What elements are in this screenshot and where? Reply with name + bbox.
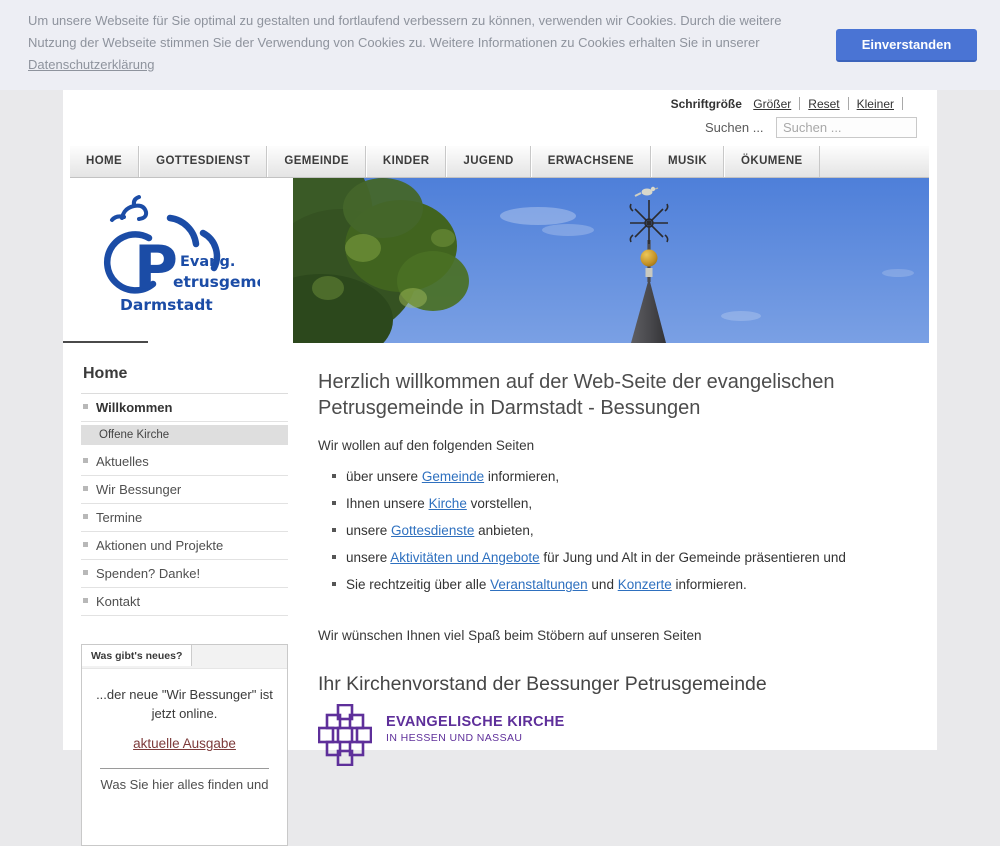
sidebar-item-kontakt[interactable]: Kontakt — [81, 588, 288, 616]
ekhn-wordmark: EVANGELISCHE KIRCHE IN HESSEN UND NASSAU — [386, 704, 565, 744]
sidebar-item-aktionen-und-projekte[interactable]: Aktionen und Projekte — [81, 532, 288, 560]
cookie-accept-button[interactable]: Einverstanden — [836, 29, 977, 62]
sidebar-accent-bar — [63, 341, 148, 343]
nav-item-erwachsene[interactable]: ERWACHSENE — [531, 146, 651, 177]
nav-item-jugend[interactable]: JUGEND — [446, 146, 530, 177]
square-bullet-icon — [83, 404, 88, 409]
square-bullet-icon — [83, 486, 88, 491]
list-item: über unsere Gemeinde informieren, — [332, 469, 930, 484]
nav-item-gottesdienst[interactable]: GOTTESDIENST — [139, 146, 267, 177]
content-area: Schriftgröße Größer Reset Kleiner Suchen .… — [63, 90, 937, 750]
list-item: Sie rechtzeitig über alle Veranstaltunge… — [332, 577, 930, 592]
logo-line-evang: Evang. — [180, 254, 235, 270]
cookie-message-text: Um unsere Webseite für Sie optimal zu ge… — [28, 13, 781, 50]
logo-letter-p: P — [134, 233, 178, 303]
logo-line-darmstadt: Darmstadt — [120, 296, 213, 314]
sidebar-heading: Home — [81, 363, 288, 394]
sidebar-item-offene-kirche[interactable]: Offene Kirche — [81, 425, 288, 445]
news-body: ...der neue "Wir Bessunger" ist jetzt on… — [82, 669, 287, 792]
ekhn-line1: EVANGELISCHE KIRCHE — [386, 714, 565, 730]
privacy-policy-link[interactable]: Datenschutzerklärung — [28, 57, 154, 72]
search-input[interactable] — [776, 117, 917, 138]
golden-ball — [641, 250, 658, 267]
search-area: Suchen ... — [705, 117, 917, 138]
list-item: Ihnen unsere Kirche vorstellen, — [332, 496, 930, 511]
sidebar-item-wir-bessunger[interactable]: Wir Bessunger — [81, 476, 288, 504]
square-bullet-icon — [83, 458, 88, 463]
site-logo[interactable]: P Evang. etrusgemeinde Darmstadt — [70, 178, 293, 343]
news-box-header: Was gibt's neues? — [82, 645, 287, 669]
fontsize-bigger-link[interactable]: Größer — [753, 97, 791, 111]
petrusgemeinde-logo-icon: P Evang. etrusgemeinde Darmstadt — [100, 188, 260, 336]
sidebar-item-termine[interactable]: Termine — [81, 504, 288, 532]
square-bullet-icon — [83, 570, 88, 575]
logo-line-petrusgemeinde: etrusgemeinde — [173, 273, 260, 291]
news-message: ...der neue "Wir Bessunger" ist jetzt on… — [94, 685, 275, 723]
nav-item-musik[interactable]: MUSIK — [651, 146, 724, 177]
fontsize-controls: Schriftgröße Größer Reset Kleiner — [671, 97, 911, 111]
ekhn-line2: IN HESSEN UND NASSAU — [386, 732, 565, 744]
sidebar-item-willkommen[interactable]: Willkommen — [81, 394, 288, 422]
intro-text: Wir wollen auf den folgenden Seiten — [318, 438, 930, 453]
sidebar: Home Willkommen Offene Kirche Aktuelles … — [81, 363, 288, 846]
page-header: P Evang. etrusgemeinde Darmstadt — [70, 178, 929, 343]
fontsize-label: Schriftgröße — [671, 97, 742, 111]
fontsize-reset-link[interactable]: Reset — [808, 97, 839, 111]
header-photo — [293, 178, 929, 343]
cookie-banner: Um unsere Webseite für Sie optimal zu ge… — [0, 0, 1000, 90]
konzerte-link[interactable]: Konzerte — [618, 577, 672, 592]
cookie-message: Um unsere Webseite für Sie optimal zu ge… — [28, 10, 806, 76]
search-label: Suchen ... — [705, 120, 764, 135]
fontsize-smaller-link[interactable]: Kleiner — [857, 97, 894, 111]
sidebar-item-spenden[interactable]: Spenden? Danke! — [81, 560, 288, 588]
ekhn-cross-icon — [318, 704, 372, 766]
main-content: Herzlich willkommen auf der Web-Seite de… — [318, 363, 930, 766]
aktivitaeten-link[interactable]: Aktivitäten und Angebote — [390, 550, 539, 565]
kirche-link[interactable]: Kirche — [429, 496, 467, 511]
nav-item-oekumene[interactable]: ÖKUMENE — [724, 146, 820, 177]
list-item: unsere Gottesdienste anbieten, — [332, 523, 930, 538]
nav-item-home[interactable]: HOME — [70, 146, 139, 177]
news-divider — [100, 768, 269, 769]
gottesdienste-link[interactable]: Gottesdienste — [391, 523, 474, 538]
list-item: unsere Aktivitäten und Angebote für Jung… — [332, 550, 930, 565]
gemeinde-link[interactable]: Gemeinde — [422, 469, 484, 484]
ekhn-logo: EVANGELISCHE KIRCHE IN HESSEN UND NASSAU — [318, 704, 930, 766]
main-navigation: HOME GOTTESDIENST GEMEINDE KINDER JUGEND… — [70, 146, 929, 178]
square-bullet-icon — [83, 514, 88, 519]
separator — [799, 97, 800, 110]
square-bullet-icon — [83, 598, 88, 603]
square-bullet-icon — [83, 542, 88, 547]
separator — [902, 97, 903, 110]
separator — [848, 97, 849, 110]
news-tab[interactable]: Was gibt's neues? — [82, 645, 192, 666]
nav-item-kinder[interactable]: KINDER — [366, 146, 447, 177]
closing-text: Wir wünschen Ihnen viel Spaß beim Stöber… — [318, 628, 930, 643]
page-title: Herzlich willkommen auf der Web-Seite de… — [318, 369, 873, 421]
topic-list: über unsere Gemeinde informieren, Ihnen … — [332, 469, 930, 592]
news-partial-text: Was Sie hier alles finden und — [94, 777, 275, 792]
vorstand-heading: Ihr Kirchenvorstand der Bessunger Petrus… — [318, 673, 930, 696]
sidebar-item-aktuelles[interactable]: Aktuelles — [81, 448, 288, 476]
veranstaltungen-link[interactable]: Veranstaltungen — [490, 577, 588, 592]
nav-item-gemeinde[interactable]: GEMEINDE — [267, 146, 366, 177]
aktuelle-ausgabe-link[interactable]: aktuelle Ausgabe — [133, 736, 236, 751]
news-box: Was gibt's neues? ...der neue "Wir Bessu… — [81, 644, 288, 846]
